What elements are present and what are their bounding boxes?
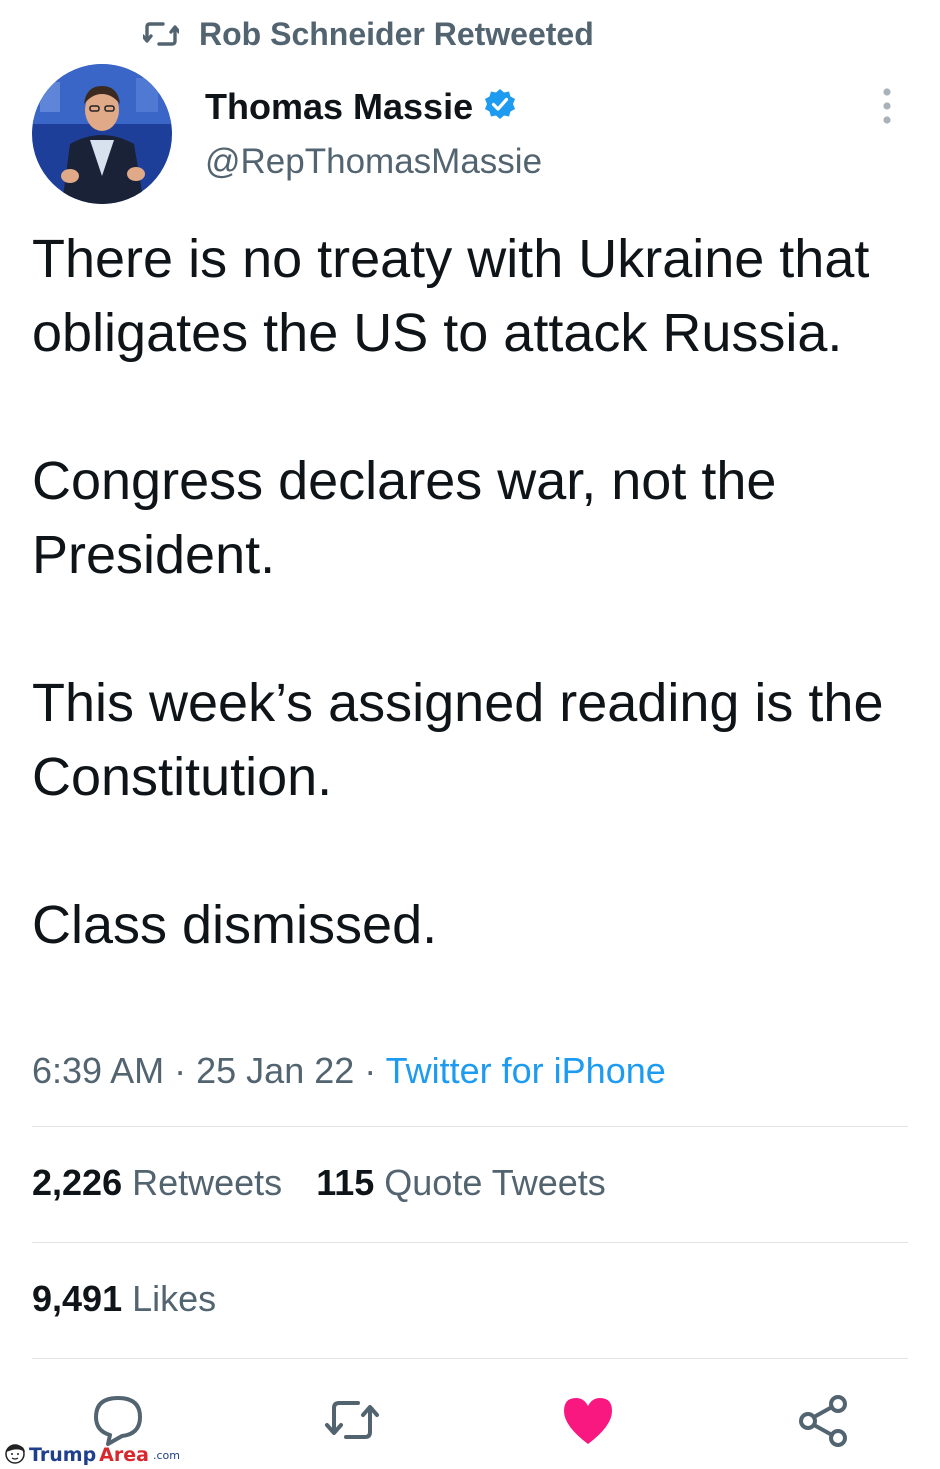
tweet-source-link[interactable]: Twitter for iPhone	[386, 1050, 666, 1091]
like-button[interactable]	[560, 1392, 616, 1448]
share-button[interactable]	[796, 1392, 852, 1448]
meta-separator: ·	[174, 1050, 187, 1091]
author-handle[interactable]: @RepThomasMassie	[205, 142, 542, 182]
watermark-text-trump: Trump	[29, 1444, 97, 1466]
author-name-row[interactable]: Thomas Massie	[205, 84, 517, 130]
quote-tweets-label: Quote Tweets	[384, 1162, 606, 1203]
tweet-action-bar	[0, 1392, 940, 1448]
retweets-label: Retweets	[132, 1162, 283, 1203]
tweet-paragraph: Congress declares war, not the President…	[32, 451, 777, 585]
site-watermark: Trump Area .com	[4, 1442, 180, 1468]
tweet-paragraph: This week’s assigned reading is the Cons…	[32, 673, 884, 807]
verified-badge-icon	[483, 88, 517, 127]
retweet-icon	[143, 20, 179, 48]
engagement-stats: 2,226 Retweets 115 Quote Tweets	[32, 1162, 606, 1204]
retweet-banner[interactable]: Rob Schneider Retweeted	[143, 14, 594, 54]
more-options-button[interactable]	[872, 86, 902, 126]
divider	[32, 1126, 908, 1127]
tweet-time[interactable]: 6:39 AM	[32, 1050, 164, 1091]
retweeted-by-label: Rob Schneider Retweeted	[199, 15, 594, 52]
more-vertical-icon	[872, 88, 902, 130]
meta-separator: ·	[364, 1050, 377, 1091]
author-avatar[interactable]	[32, 64, 172, 204]
watermark-text-com: .com	[152, 1448, 180, 1462]
tweet-date[interactable]: 25 Jan 22	[196, 1050, 354, 1091]
quote-tweets-count: 115	[316, 1162, 375, 1203]
tweet-metadata: 6:39 AM · 25 Jan 22 · Twitter for iPhone	[32, 1050, 666, 1092]
retweets-count: 2,226	[32, 1162, 123, 1203]
heart-icon	[560, 1392, 616, 1448]
likes-count: 9,491	[32, 1278, 123, 1319]
retweet-button[interactable]	[324, 1392, 380, 1448]
trump-face-icon	[4, 1442, 26, 1469]
quote-tweets-stat[interactable]: 115 Quote Tweets	[316, 1162, 606, 1204]
reply-button[interactable]	[90, 1392, 146, 1448]
tweet-text: There is no treaty with Ukraine that obl…	[32, 222, 912, 962]
tweet-paragraph: Class dismissed.	[32, 895, 438, 955]
share-icon	[796, 1392, 852, 1448]
reply-icon	[90, 1392, 146, 1448]
divider	[32, 1358, 908, 1359]
tweet-paragraph: There is no treaty with Ukraine that obl…	[32, 229, 870, 363]
retweets-stat[interactable]: 2,226 Retweets	[32, 1162, 282, 1204]
likes-label: Likes	[132, 1278, 217, 1319]
retweet-icon	[324, 1392, 380, 1448]
divider	[32, 1242, 908, 1243]
author-name: Thomas Massie	[205, 86, 474, 127]
likes-stat[interactable]: 9,491 Likes	[32, 1278, 216, 1320]
watermark-text-area: Area	[99, 1444, 149, 1466]
